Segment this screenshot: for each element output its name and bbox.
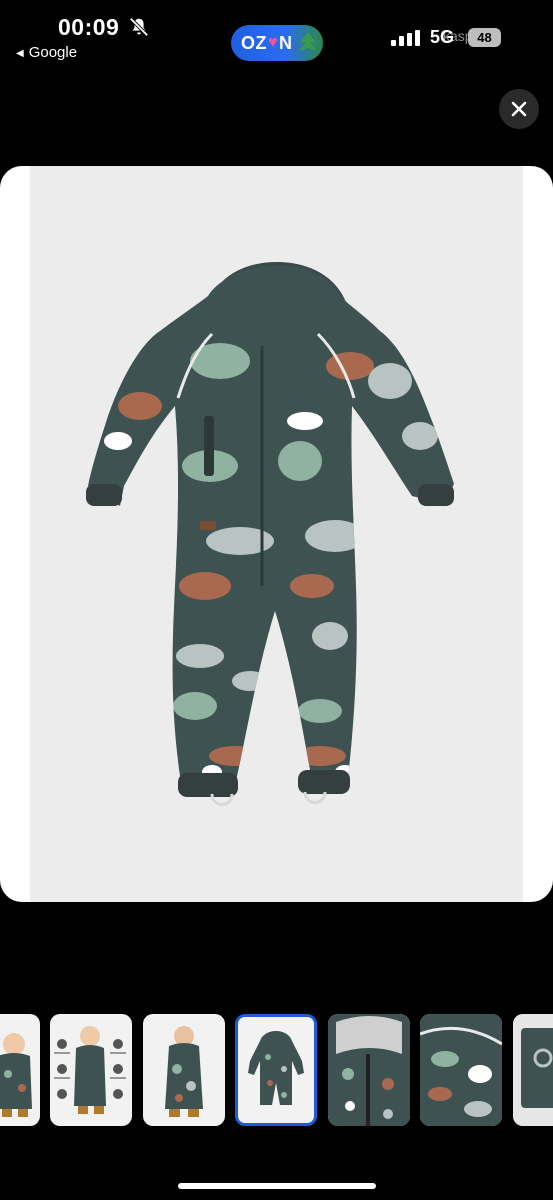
ozon-logo-text-right: N xyxy=(279,32,293,53)
thumbnail-image xyxy=(248,1031,304,1105)
heart-icon: ♥ xyxy=(268,34,278,51)
battery-level: 48 xyxy=(477,30,492,45)
battery-icon: 48 xyxy=(468,28,501,47)
thumbnail-image xyxy=(328,1014,410,1126)
thumbnail-4-selected[interactable] xyxy=(235,1014,317,1126)
thumbnail-image xyxy=(513,1014,553,1126)
thumbnail-7[interactable] xyxy=(513,1014,553,1126)
thumbnail-strip xyxy=(0,1014,553,1126)
thumbnail-5[interactable] xyxy=(328,1014,410,1126)
back-triangle-icon: ◀ xyxy=(16,48,24,59)
status-bar: 00:09 ◀Google OZ♥N 5G kaspi.kz 48 xyxy=(0,0,553,70)
ozon-logo-text-left: OZ xyxy=(241,32,267,53)
thumbnail-image xyxy=(54,1026,126,1114)
close-button[interactable] xyxy=(499,89,539,129)
home-indicator[interactable] xyxy=(178,1183,376,1189)
back-app-label: Google xyxy=(28,44,78,61)
thumbnail-2[interactable] xyxy=(50,1014,132,1126)
thumbnail-image xyxy=(165,1026,203,1117)
snowsuit-illustration xyxy=(86,262,454,806)
ozon-logo-pill[interactable]: OZ ♥ N xyxy=(231,25,323,61)
clock: 00:09 xyxy=(58,14,120,40)
thumbnail-1[interactable] xyxy=(0,1014,40,1126)
thumbnail-image xyxy=(420,1014,502,1126)
bell-muted-icon xyxy=(129,17,149,37)
thumbnail-image xyxy=(0,1033,32,1117)
back-to-app-link[interactable]: ◀ Google xyxy=(16,44,77,61)
cellular-signal-icon xyxy=(391,30,420,46)
close-icon xyxy=(511,101,527,117)
fir-branch-icon xyxy=(299,32,317,51)
main-product-image[interactable] xyxy=(0,166,553,902)
thumbnail-6[interactable] xyxy=(420,1014,502,1126)
product-image-viewer: 00:09 ◀Google OZ♥N 5G kaspi.kz 48 xyxy=(0,0,553,1200)
thumbnail-3[interactable] xyxy=(143,1014,225,1126)
